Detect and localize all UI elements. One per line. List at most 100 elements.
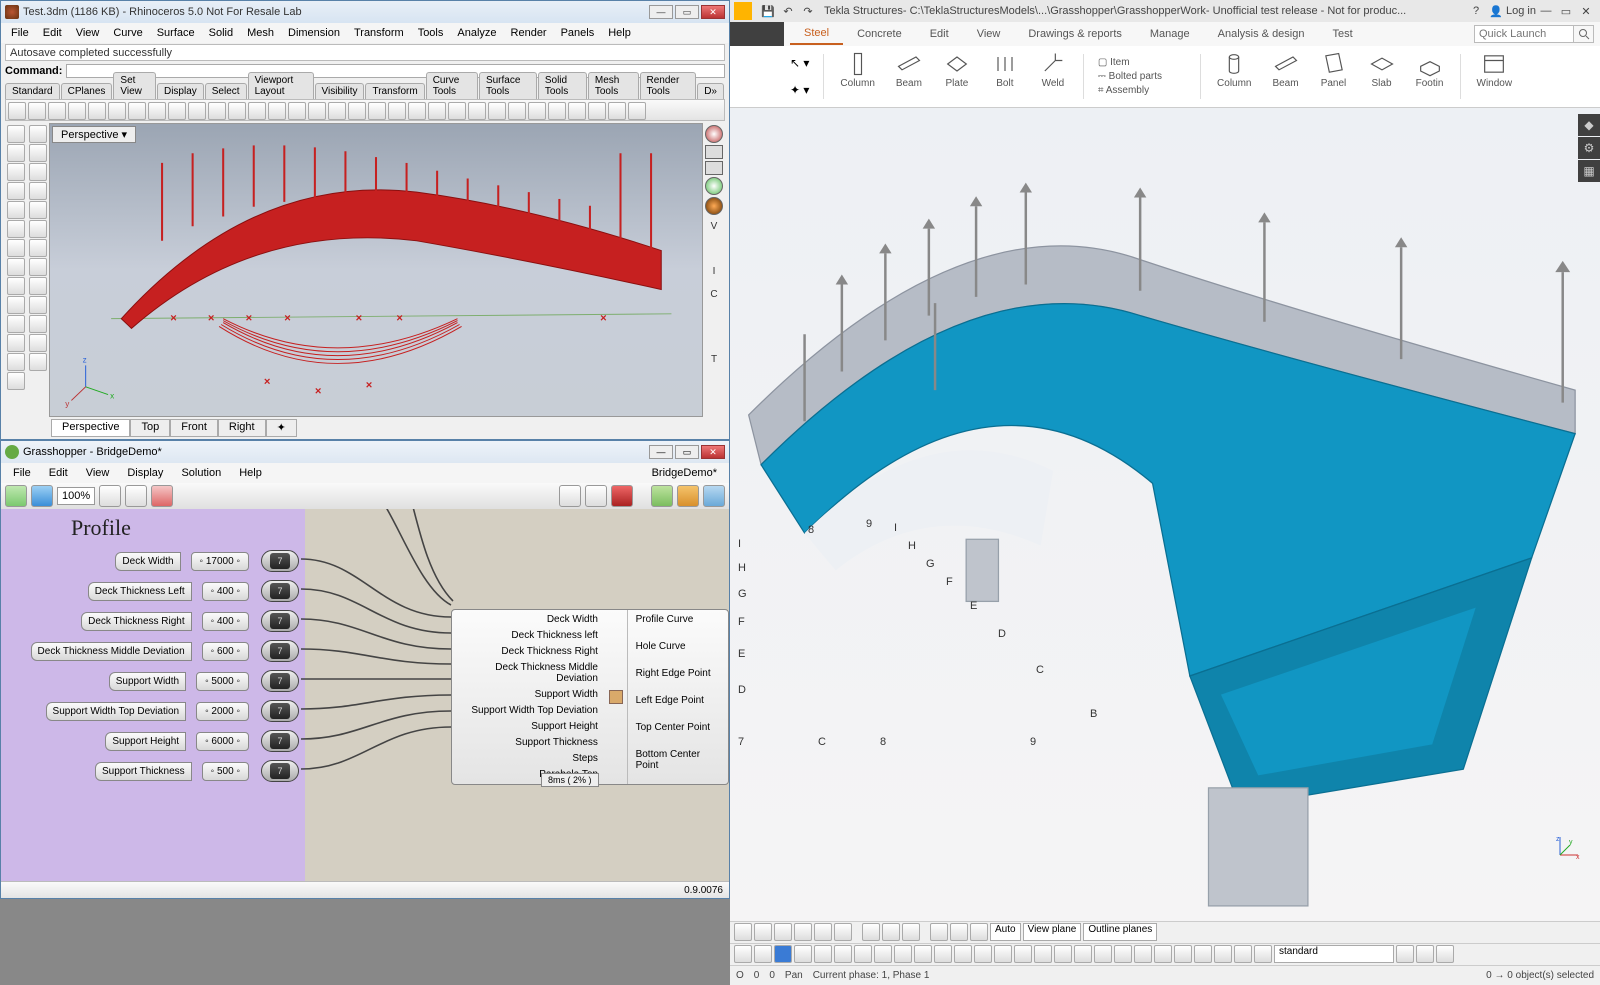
tekla-3d-view[interactable]: ◆ ⚙ ▦ I H G	[730, 108, 1600, 921]
toolbar-button[interactable]	[188, 102, 206, 120]
toolbar-button[interactable]	[68, 102, 86, 120]
tab-setview[interactable]: Set View	[113, 72, 156, 99]
redo-icon[interactable]: ↷	[798, 3, 818, 19]
maximize-button[interactable]: ▭	[675, 5, 699, 19]
minimize-button[interactable]: —	[649, 5, 673, 19]
tab-select[interactable]: Select	[205, 83, 247, 99]
param-value[interactable]: ◦ 17000 ◦	[191, 552, 249, 571]
side-panel-reference-icon[interactable]: ▦	[1578, 160, 1600, 182]
tool-button[interactable]	[29, 315, 47, 333]
tool-button[interactable]	[7, 372, 25, 390]
menu-solution[interactable]: Solution	[173, 465, 229, 481]
sketch-icon[interactable]	[151, 485, 173, 507]
tab-display[interactable]: Display	[157, 83, 204, 99]
tool-button[interactable]	[29, 182, 47, 200]
select-tool[interactable]	[914, 945, 932, 963]
toolbar-button[interactable]	[388, 102, 406, 120]
gh-param-row[interactable]: Support Width◦ 5000 ◦7	[109, 669, 299, 693]
view-tool[interactable]	[834, 923, 852, 941]
select-tool[interactable]	[854, 945, 872, 963]
menu-edit[interactable]: Edit	[41, 465, 76, 481]
select-tool[interactable]	[1214, 945, 1232, 963]
select-tool[interactable]	[934, 945, 952, 963]
environment-icon[interactable]	[705, 197, 723, 215]
menu-view[interactable]: View	[78, 465, 118, 481]
view-tool[interactable]	[794, 923, 812, 941]
ribbontab-view[interactable]: View	[963, 24, 1015, 44]
side-letter[interactable]: I	[705, 266, 723, 277]
toolbar-button[interactable]	[168, 102, 186, 120]
ribbontab-analysis[interactable]: Analysis & design	[1204, 24, 1319, 44]
param-value[interactable]: ◦ 400 ◦	[202, 612, 249, 631]
window-tool[interactable]: Window	[1467, 50, 1523, 103]
view-tool[interactable]	[814, 923, 832, 941]
tool-button[interactable]	[29, 220, 47, 238]
toolbar-button[interactable]	[268, 102, 286, 120]
tool-button[interactable]	[29, 277, 47, 295]
beam-tool[interactable]: Beam	[885, 50, 933, 103]
param-capsule[interactable]: 7	[261, 580, 299, 602]
gh-doc-name[interactable]: BridgeDemo*	[644, 465, 725, 481]
pointer-tool[interactable]: ↖ ▾	[790, 56, 809, 70]
tool-button[interactable]	[7, 239, 25, 257]
toolbar-button[interactable]	[88, 102, 106, 120]
select-tool[interactable]	[1034, 945, 1052, 963]
tekla-titlebar[interactable]: 💾 ↶ ↷ Tekla Structures - C:\TeklaStructu…	[730, 0, 1600, 22]
select-tool[interactable]	[874, 945, 892, 963]
select-tool[interactable]	[1436, 945, 1454, 963]
weld-tool[interactable]: Weld	[1029, 50, 1077, 103]
param-capsule[interactable]: 7	[261, 610, 299, 632]
toolbar-button[interactable]	[528, 102, 546, 120]
side-letter[interactable]: C	[705, 289, 723, 300]
tab-viewportlayout[interactable]: Viewport Layout	[248, 72, 314, 99]
param-value[interactable]: ◦ 2000 ◦	[196, 702, 249, 721]
param-capsule[interactable]: 7	[261, 670, 299, 692]
tool-button[interactable]	[7, 277, 25, 295]
magic-tool[interactable]: ✦ ▾	[790, 83, 809, 97]
recompute-icon[interactable]	[651, 485, 673, 507]
menu-file[interactable]: File	[5, 465, 39, 481]
toolbar-button[interactable]	[428, 102, 446, 120]
viewtab-front[interactable]: Front	[170, 419, 218, 437]
materials-icon[interactable]	[705, 177, 723, 195]
gh-param-row[interactable]: Deck Thickness Right◦ 400 ◦7	[81, 609, 299, 633]
select-tool[interactable]	[1396, 945, 1414, 963]
view-tool[interactable]	[970, 923, 988, 941]
gh-canvas[interactable]: Profile	[1, 509, 729, 881]
gh-param-row[interactable]: Support Width Top Deviation◦ 2000 ◦7	[46, 699, 299, 723]
undo-icon[interactable]: ↶	[778, 3, 798, 19]
select-tool[interactable]	[1194, 945, 1212, 963]
item-tool[interactable]: ▢ Item	[1098, 57, 1162, 68]
viewtab-add[interactable]: ✦	[266, 419, 297, 437]
shade-icon[interactable]	[559, 485, 581, 507]
select-tool[interactable]	[1234, 945, 1252, 963]
select-tool-active[interactable]	[774, 945, 792, 963]
tool-button[interactable]	[7, 353, 25, 371]
tool-button[interactable]	[29, 258, 47, 276]
param-capsule[interactable]: 7	[261, 730, 299, 752]
param-capsule[interactable]: 7	[261, 700, 299, 722]
toolbar-button[interactable]	[328, 102, 346, 120]
tab-meshtools[interactable]: Mesh Tools	[588, 72, 639, 99]
select-tool[interactable]	[834, 945, 852, 963]
toolbar-button[interactable]	[448, 102, 466, 120]
select-tool[interactable]	[974, 945, 992, 963]
toolbar-button[interactable]	[608, 102, 626, 120]
panel-tool[interactable]: Panel	[1310, 50, 1358, 103]
toolbar-button[interactable]	[468, 102, 486, 120]
tool-button[interactable]	[7, 220, 25, 238]
select-tool[interactable]	[1416, 945, 1434, 963]
side-panel-settings-icon[interactable]: ⚙	[1578, 137, 1600, 159]
select-tool[interactable]	[754, 945, 772, 963]
toolbar-button[interactable]	[28, 102, 46, 120]
viewplane-combo[interactable]: View plane	[1023, 923, 1082, 941]
gh-param-row[interactable]: Deck Thickness Left◦ 400 ◦7	[88, 579, 299, 603]
select-tool[interactable]	[994, 945, 1012, 963]
tab-solidtools[interactable]: Solid Tools	[538, 72, 587, 99]
tab-surfacetools[interactable]: Surface Tools	[479, 72, 537, 99]
menu-display[interactable]: Display	[119, 465, 171, 481]
param-value[interactable]: ◦ 5000 ◦	[196, 672, 249, 691]
select-tool[interactable]	[1154, 945, 1172, 963]
menu-edit[interactable]: Edit	[37, 25, 68, 41]
side-letter[interactable]: T	[705, 354, 723, 365]
